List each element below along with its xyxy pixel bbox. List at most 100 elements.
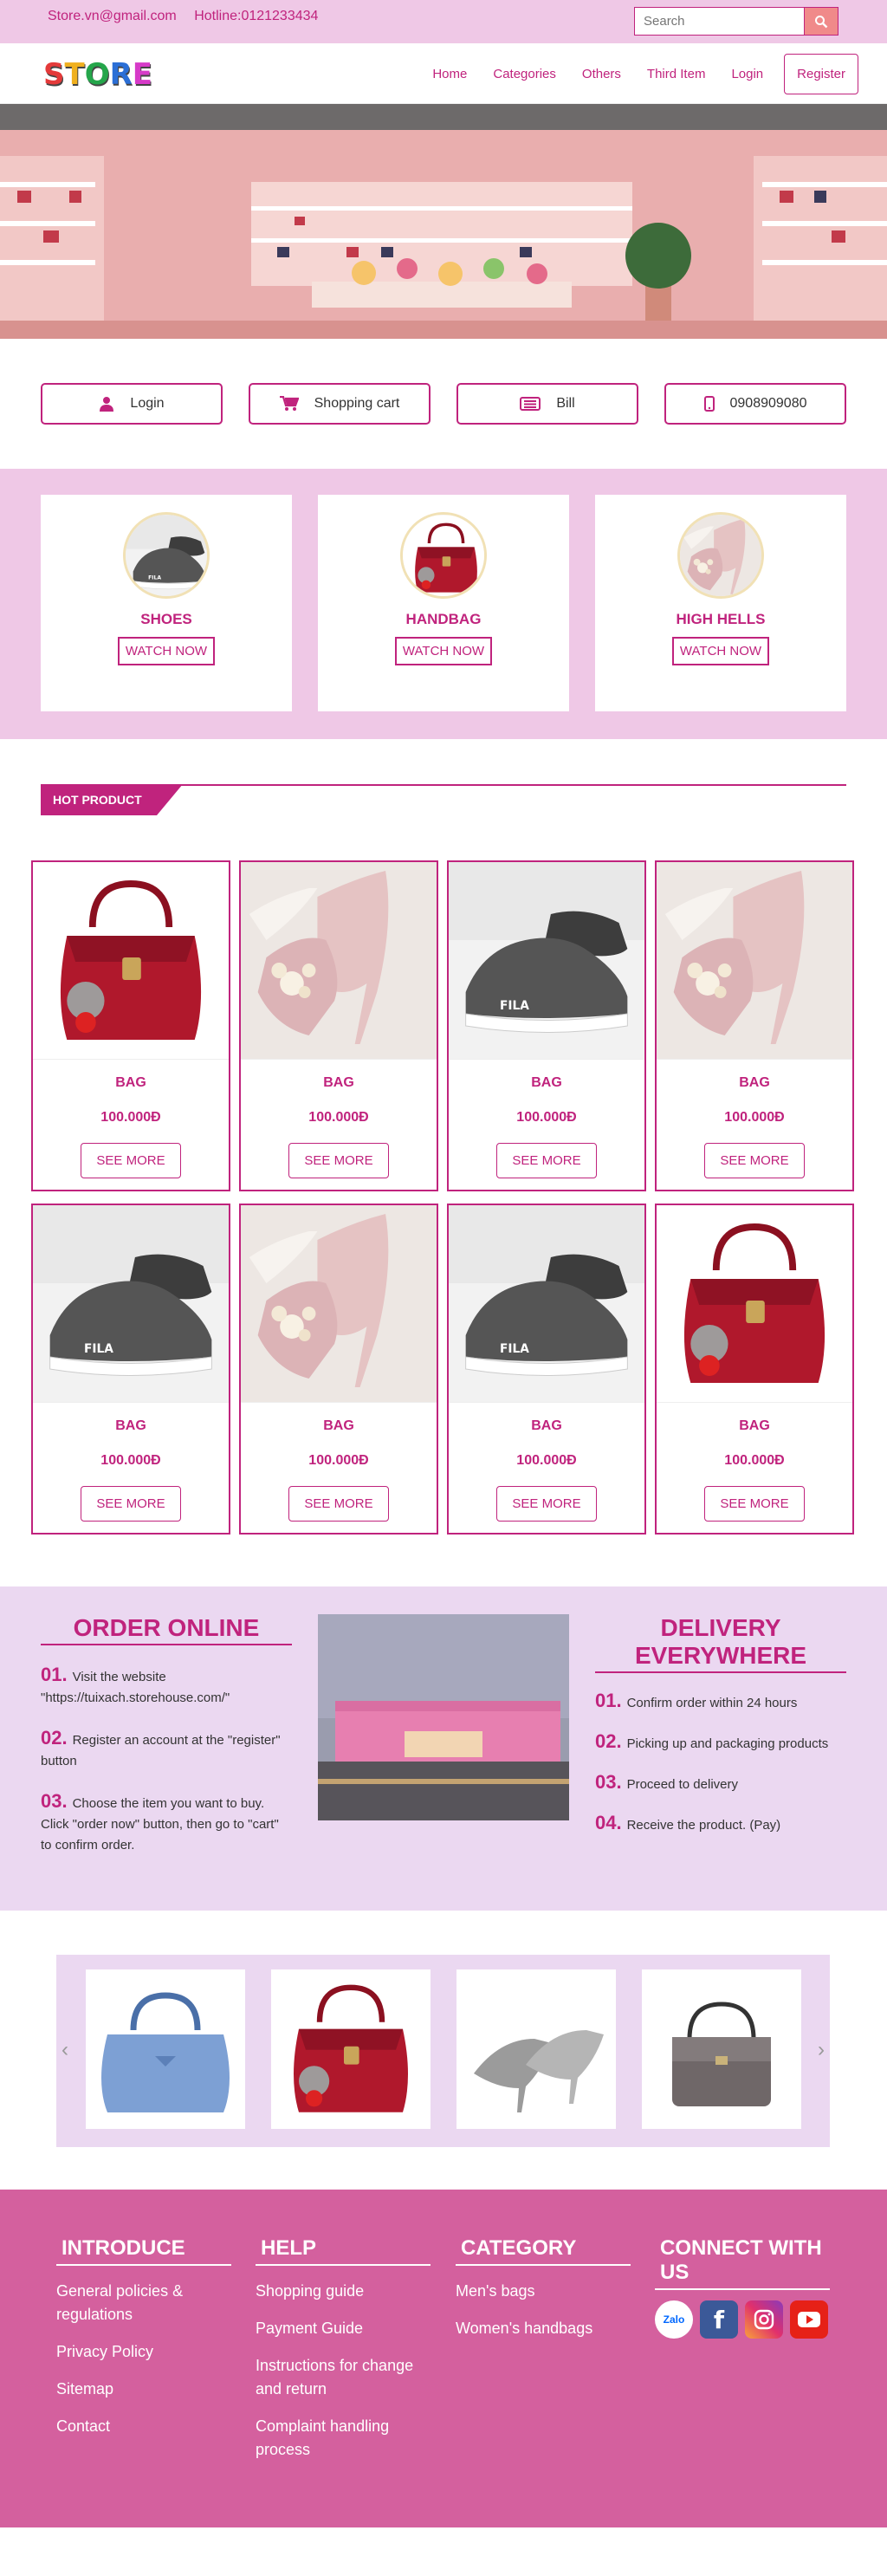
bill-button[interactable]: Bill <box>456 383 638 425</box>
footer-introduce: INTRODUCE General policies & regulations… <box>56 2236 231 2438</box>
product-name: BAG <box>739 1075 770 1090</box>
product-image[interactable] <box>33 1205 229 1403</box>
register-button[interactable]: Register <box>784 54 858 94</box>
order-step: 03. Choose the item you want to buy. Clic… <box>41 1791 292 1856</box>
product-image[interactable] <box>657 862 852 1060</box>
product-image[interactable] <box>241 1205 437 1403</box>
bill-icon <box>520 397 541 411</box>
footer-link[interactable]: Privacy Policy <box>56 2340 231 2364</box>
footer-link[interactable]: General policies & regulations <box>56 2280 231 2326</box>
nav-home[interactable]: Home <box>432 67 467 81</box>
contact-email[interactable]: Store.vn@gmail.com <box>48 9 177 23</box>
nav-login[interactable]: Login <box>731 67 763 81</box>
facebook-icon[interactable]: f <box>700 2300 738 2339</box>
product-image[interactable] <box>449 862 644 1060</box>
step-text: Visit the website "https://tuixach.store… <box>41 1670 230 1705</box>
hot-product-header: HOT PRODUCT <box>0 739 887 860</box>
product-image[interactable] <box>657 1205 852 1403</box>
order-online: ORDER ONLINE 01. Visit the website "https… <box>41 1614 292 1856</box>
logo-letter: O <box>84 57 110 92</box>
product-name: BAG <box>115 1075 146 1090</box>
search-input[interactable] <box>634 7 805 36</box>
product-card[interactable]: BAG 100.000Đ SEE MORE <box>655 860 854 1191</box>
step-text: Confirm order within 24 hours <box>626 1696 798 1710</box>
carousel-item-blue-handbag[interactable] <box>86 1969 245 2129</box>
footer-connect: CONNECT WITH US Zalo f <box>655 2236 830 2339</box>
footer-link[interactable]: Instructions for change and return <box>256 2354 431 2401</box>
carousel-item-red-handbag[interactable] <box>271 1969 431 2129</box>
youtube-icon[interactable] <box>790 2300 828 2339</box>
store-interior-image <box>0 104 887 339</box>
order-delivery-section: ORDER ONLINE 01. Visit the website "https… <box>0 1586 887 1911</box>
search-box <box>634 7 838 36</box>
bill-label: Bill <box>556 396 575 411</box>
footer-link[interactable]: Men's bags <box>456 2280 631 2303</box>
footer-link[interactable]: Sitemap <box>56 2378 231 2401</box>
delivery-everywhere: DELIVERY EVERYWHERE 01. Confirm order wit… <box>595 1614 846 1836</box>
product-card[interactable]: BAG 100.000Đ SEE MORE <box>655 1204 854 1535</box>
footer-heading: INTRODUCE <box>56 2236 231 2266</box>
shopping-cart-button[interactable]: Shopping cart <box>249 383 431 425</box>
zalo-icon[interactable]: Zalo <box>655 2300 693 2339</box>
hero-banner <box>0 104 887 339</box>
chevron-right-icon[interactable]: › <box>818 2038 825 2062</box>
footer-link[interactable]: Payment Guide <box>256 2317 431 2340</box>
logo-letter: R <box>109 57 133 92</box>
footer-link[interactable]: Contact <box>56 2415 231 2438</box>
nav-third-item[interactable]: Third Item <box>647 67 706 81</box>
category-card-shoes: SHOES WATCH NOW <box>41 495 292 711</box>
see-more-button[interactable]: SEE MORE <box>704 1143 805 1178</box>
see-more-button[interactable]: SEE MORE <box>704 1486 805 1522</box>
product-price: 100.000Đ <box>724 1453 785 1468</box>
product-card[interactable]: BAG 100.000Đ SEE MORE <box>239 1204 438 1535</box>
footer-link[interactable]: Complaint handling process <box>256 2415 431 2462</box>
store-logo[interactable]: STORE <box>43 57 152 92</box>
product-image[interactable] <box>33 862 229 1060</box>
see-more-button[interactable]: SEE MORE <box>496 1143 597 1178</box>
product-image[interactable] <box>449 1205 644 1403</box>
product-card[interactable]: BAG 100.000Đ SEE MORE <box>239 860 438 1191</box>
product-card[interactable]: BAG 100.000Đ SEE MORE <box>447 1204 646 1535</box>
product-card[interactable]: BAG 100.000Đ SEE MORE <box>447 860 646 1191</box>
social-links: Zalo f <box>655 2300 830 2339</box>
nav-categories[interactable]: Categories <box>493 67 556 81</box>
product-carousel: ‹ › <box>56 1955 830 2147</box>
footer-link[interactable]: Women's handbags <box>456 2317 631 2340</box>
carousel-item-snakeskin-bag[interactable] <box>642 1969 801 2129</box>
product-price: 100.000Đ <box>516 1453 577 1468</box>
watch-now-button[interactable]: WATCH NOW <box>117 637 216 665</box>
phone-label: 0908909080 <box>729 396 807 411</box>
instagram-icon[interactable] <box>745 2300 783 2339</box>
see-more-button[interactable]: SEE MORE <box>288 1486 389 1522</box>
login-button[interactable]: Login <box>41 383 223 425</box>
chevron-left-icon[interactable]: ‹ <box>62 2038 68 2062</box>
order-step: 01. Visit the website "https://tuixach.st… <box>41 1664 292 1709</box>
product-price: 100.000Đ <box>100 1453 161 1468</box>
product-grid: BAG 100.000Đ SEE MORE BAG 100.000Đ SEE MORE BA… <box>0 860 887 1535</box>
watch-now-button[interactable]: WATCH NOW <box>671 637 770 665</box>
see-more-button[interactable]: SEE MORE <box>496 1486 597 1522</box>
search-icon <box>815 15 828 28</box>
footer-link[interactable]: Shopping guide <box>256 2280 431 2303</box>
phone-button[interactable]: 0908909080 <box>664 383 846 425</box>
search-button[interactable] <box>805 7 838 36</box>
product-card[interactable]: BAG 100.000Đ SEE MORE <box>31 1204 230 1535</box>
product-price: 100.000Đ <box>308 1453 369 1468</box>
hot-product-title: HOT PRODUCT <box>53 793 142 807</box>
step-text: Proceed to delivery <box>626 1777 738 1792</box>
quick-links: Login Shopping cart Bill 0908909080 <box>0 339 887 469</box>
main-nav: STORE Home Categories Others Third Item … <box>0 43 887 104</box>
top-bar: Store.vn@gmail.com Hotline:0121233434 <box>0 0 887 43</box>
product-name: BAG <box>323 1075 354 1090</box>
carousel-item-silver-heels[interactable] <box>456 1969 616 2129</box>
product-image[interactable] <box>241 862 437 1060</box>
step-number: 01. <box>595 1690 622 1711</box>
nav-others[interactable]: Others <box>582 67 621 81</box>
see-more-button[interactable]: SEE MORE <box>288 1143 389 1178</box>
watch-now-button[interactable]: WATCH NOW <box>394 637 493 665</box>
see-more-button[interactable]: SEE MORE <box>81 1486 181 1522</box>
product-card[interactable]: BAG 100.000Đ SEE MORE <box>31 860 230 1191</box>
category-name: SHOES <box>140 611 192 627</box>
footer-heading: HELP <box>256 2236 431 2266</box>
see-more-button[interactable]: SEE MORE <box>81 1143 181 1178</box>
